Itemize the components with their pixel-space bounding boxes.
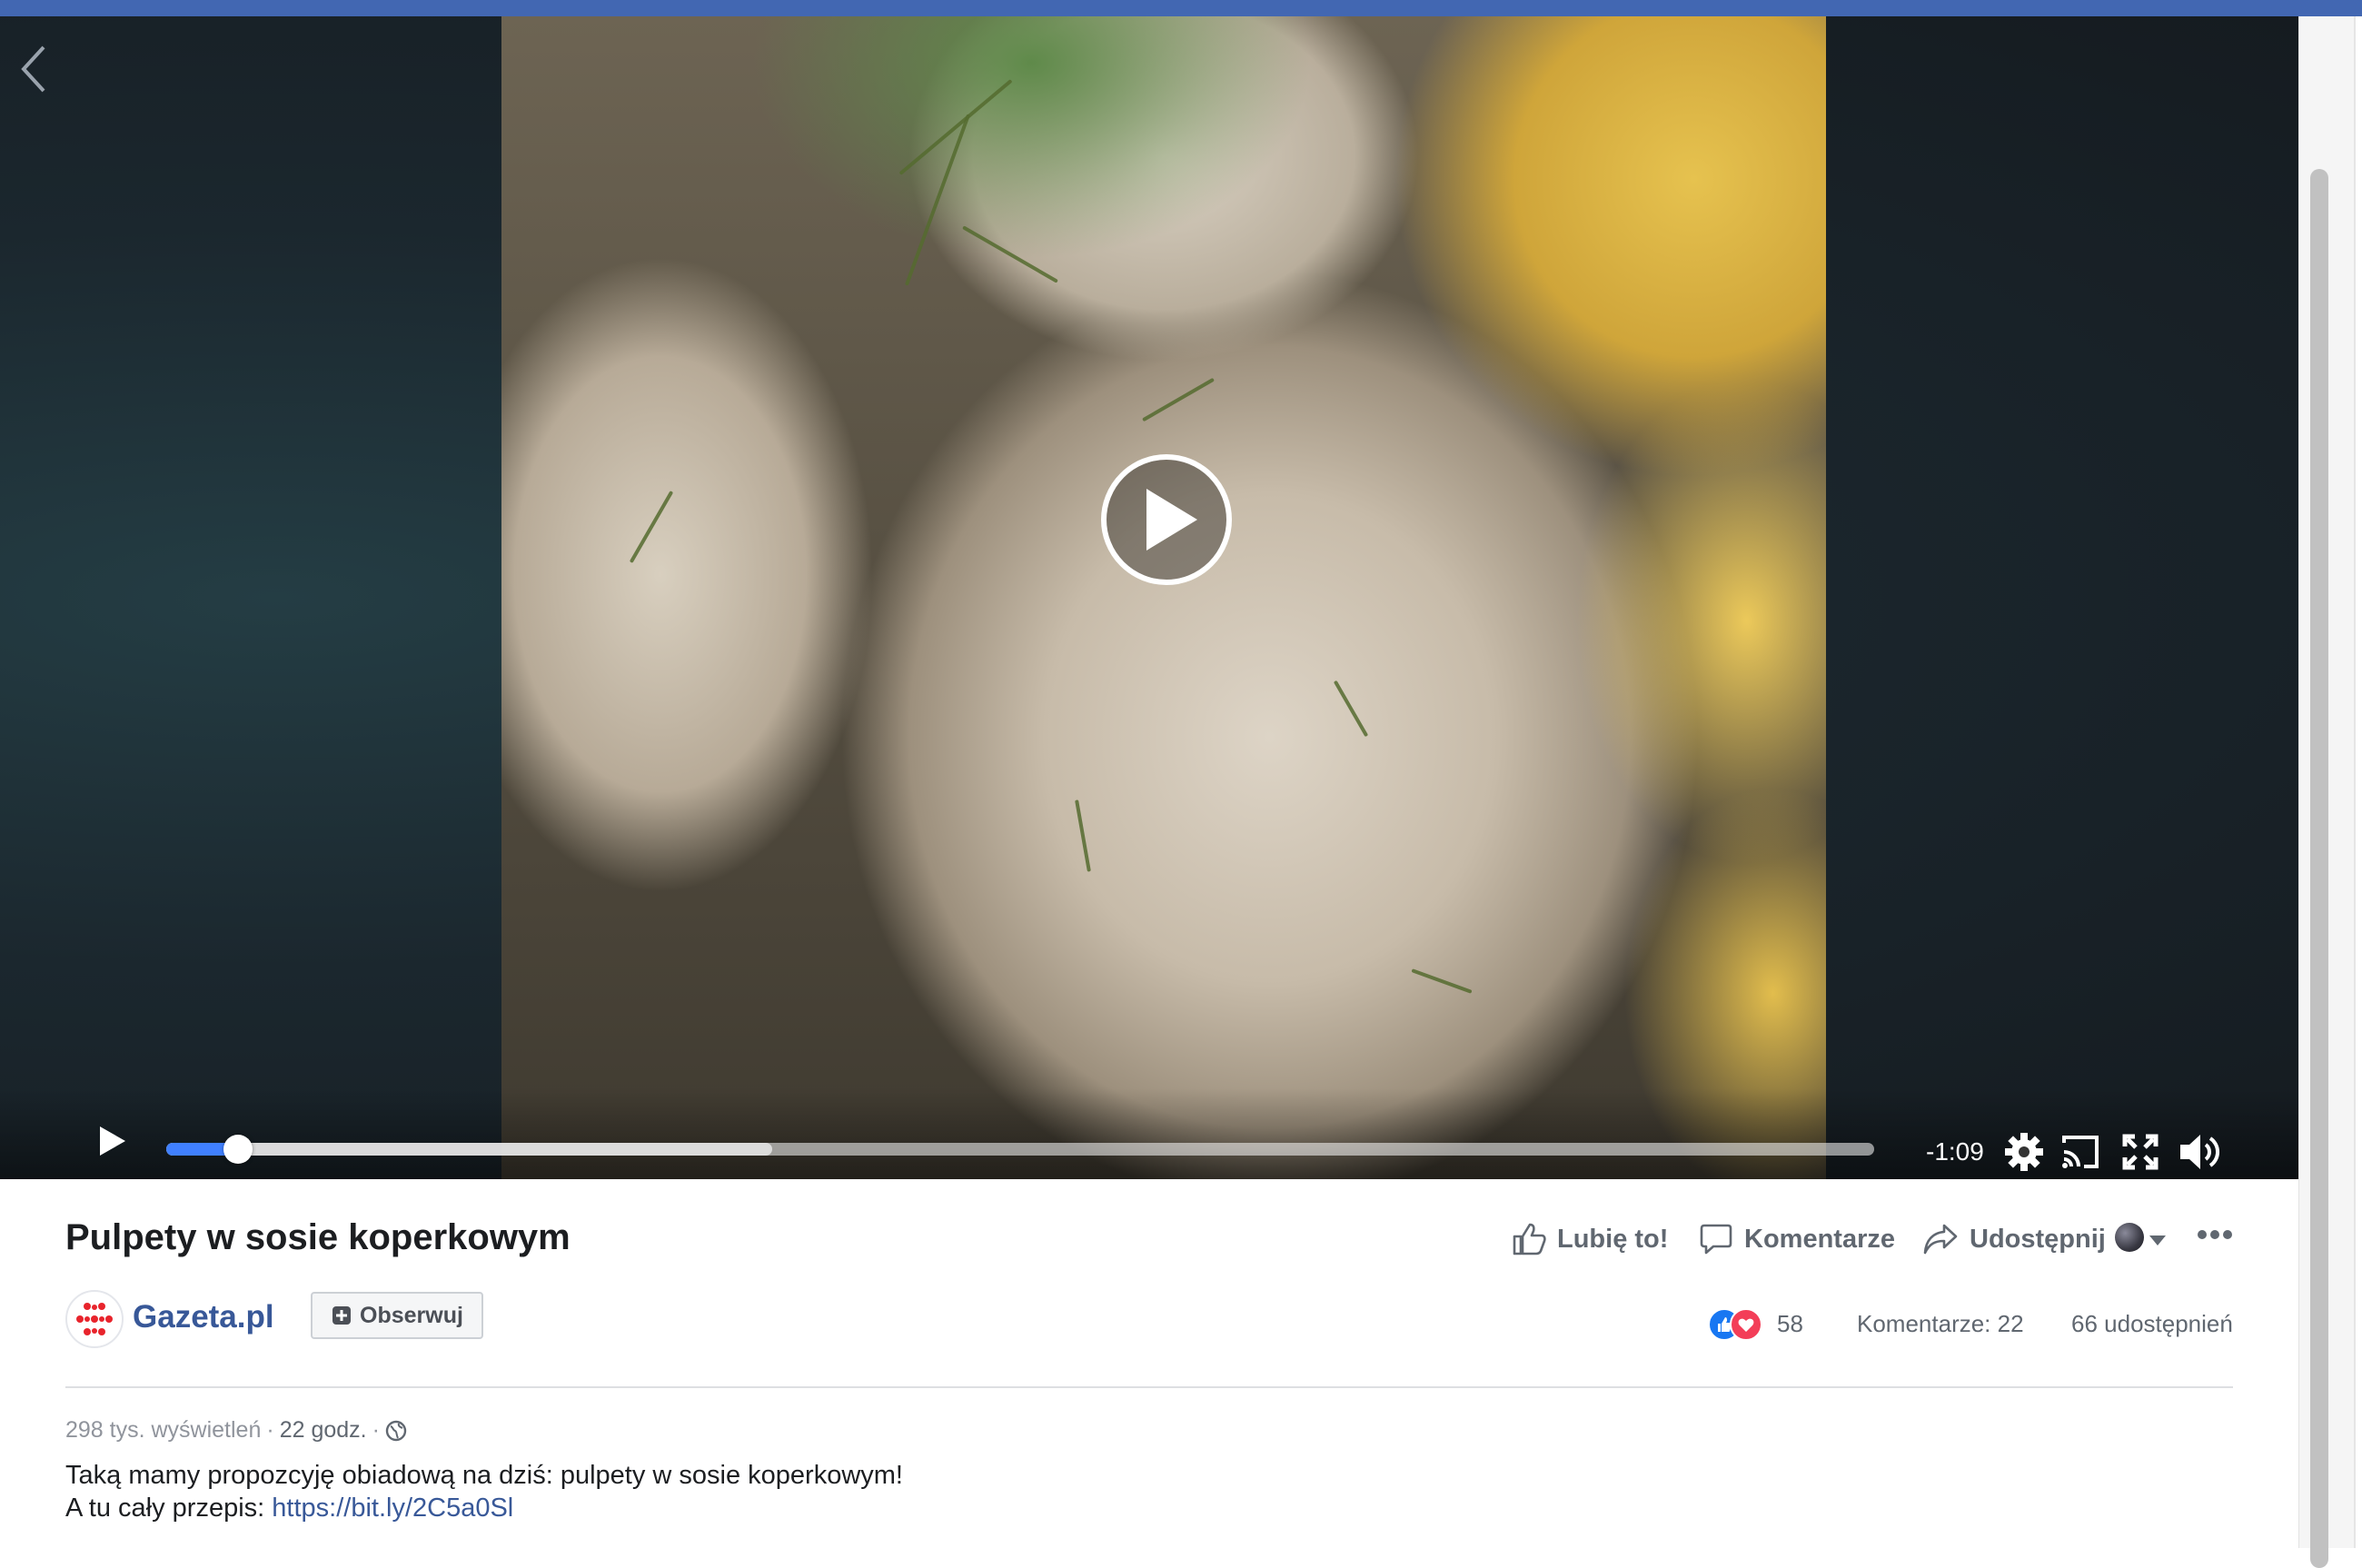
recipe-link[interactable]: https://bit.ly/2C5a0Sl (272, 1494, 513, 1523)
share-label: Udostępnij (1970, 1224, 2106, 1254)
dill-garnish (898, 79, 1013, 175)
follow-button[interactable]: Obserwuj (311, 1292, 483, 1339)
like-button[interactable]: Lubię to! (1512, 1219, 1668, 1259)
right-panel-edge (2354, 16, 2362, 1548)
big-play-button[interactable] (1101, 454, 1232, 585)
meta-separator: · (372, 1417, 380, 1443)
dill-garnish (1333, 680, 1369, 738)
comment-bubble-icon (1700, 1224, 1732, 1255)
browser-top-bar (0, 0, 2362, 16)
video-title: Pulpety w sosie koperkowym (65, 1217, 571, 1257)
dill-garnish (1075, 799, 1091, 872)
shares-count[interactable]: 66 udostępnień (2071, 1310, 2233, 1338)
video-frame[interactable] (501, 16, 1826, 1179)
love-reaction-icon (1730, 1308, 1762, 1341)
dill-garnish (1142, 377, 1215, 422)
post-description-line-1: Taką mamy propozcyję obiadową na dziś: p… (65, 1461, 903, 1490)
scrollbar-thumb[interactable] (2310, 169, 2328, 1568)
post-meta: 298 tys. wyświetleń · 22 godz. · (65, 1417, 407, 1444)
share-button[interactable]: Udostępnij (1922, 1219, 2106, 1259)
divider (65, 1386, 2233, 1388)
dill-garnish (629, 491, 674, 563)
globe-icon (385, 1420, 407, 1441)
gazeta-logo-dots-icon (76, 1303, 113, 1335)
reactions-count[interactable]: 58 (1777, 1310, 1803, 1338)
user-avatar[interactable] (2115, 1223, 2144, 1252)
settings-gear-icon[interactable] (2004, 1132, 2044, 1176)
time-remaining: -1:09 (1926, 1137, 1984, 1166)
comments-count[interactable]: Komentarze: 22 (1857, 1310, 2024, 1338)
recipe-prefix: A tu cały przepis: (65, 1494, 273, 1523)
back-chevron-icon[interactable] (16, 42, 53, 96)
meta-separator: · (266, 1417, 274, 1443)
follow-plus-icon (332, 1306, 352, 1325)
play-icon (100, 1126, 125, 1156)
post-description-line-2: A tu cały przepis: https://bit.ly/2C5a0S… (65, 1494, 513, 1523)
view-count: 298 tys. wyświetleń (65, 1417, 262, 1443)
progress-buffered (166, 1143, 773, 1156)
play-icon (1146, 489, 1197, 551)
progress-bar[interactable] (166, 1135, 1874, 1164)
more-options-icon[interactable] (2197, 1228, 2233, 1245)
play-button[interactable] (98, 1125, 134, 1165)
page-scrollbar[interactable] (2298, 16, 2362, 1568)
follow-label: Obserwuj (360, 1302, 463, 1328)
dill-garnish (962, 225, 1058, 283)
thumbs-up-icon (1513, 1223, 1546, 1255)
progress-scrubber-handle[interactable] (223, 1135, 253, 1164)
dill-garnish (1411, 968, 1473, 994)
comment-label: Komentarze (1744, 1224, 1895, 1254)
share-arrow-icon (1923, 1224, 1958, 1255)
video-player[interactable]: -1:09 (0, 16, 2298, 1179)
comment-button[interactable]: Komentarze (1699, 1219, 1895, 1259)
reactions-summary[interactable] (1708, 1308, 1766, 1341)
post-time[interactable]: 22 godz. (280, 1417, 367, 1444)
volume-icon[interactable] (2178, 1132, 2220, 1176)
chevron-down-icon[interactable] (2149, 1236, 2166, 1245)
cast-icon[interactable] (2060, 1134, 2100, 1175)
page-name-link[interactable]: Gazeta.pl (133, 1299, 274, 1335)
page-logo[interactable] (65, 1290, 124, 1348)
like-label: Lubię to! (1557, 1224, 1669, 1254)
fullscreen-icon[interactable] (2122, 1134, 2159, 1175)
